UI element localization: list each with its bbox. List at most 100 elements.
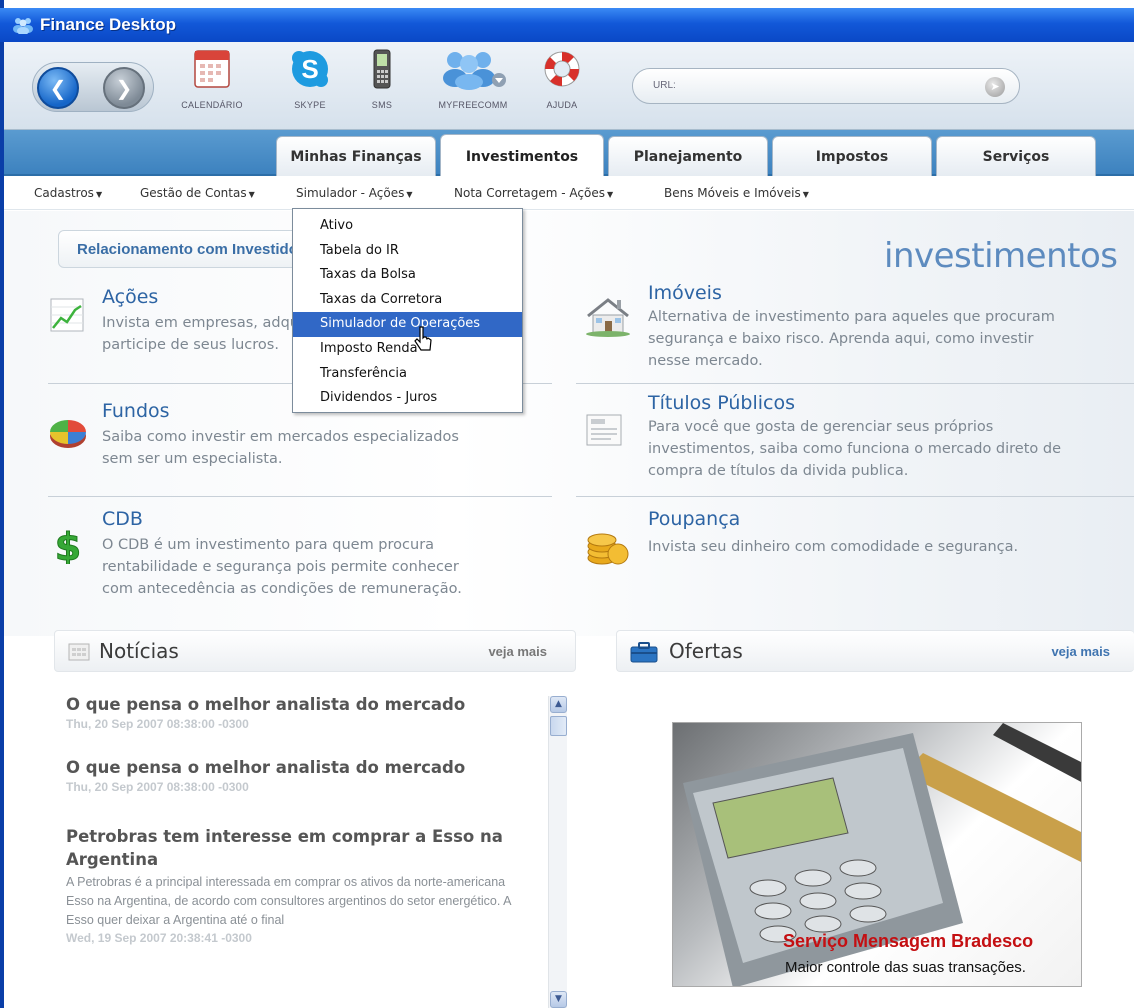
toolbar: ❮ ❯ CALENDÁRIO S SKYPE SMS MYFREECOMM AJ… [4, 42, 1134, 130]
news-item[interactable]: Petrobras tem interesse em comprar a Ess… [66, 825, 546, 946]
submenu-bar: Cadastros ▼ Gestão de Contas ▼ Simulador -… [4, 176, 1134, 210]
investment-imoveis[interactable]: Imóveis Alternativa de investimento para… [584, 282, 1124, 376]
url-label: URL: [653, 80, 676, 91]
offers-more-link[interactable]: veja mais [1051, 644, 1110, 659]
desc-line: Invista seu dinheiro com comodidade e se… [648, 539, 1019, 555]
divider [576, 383, 1134, 384]
investment-title: Ações [102, 286, 159, 308]
news-body: A Petrobras é a principal interessada em… [66, 875, 511, 927]
menu-item-simulador-operacoes[interactable]: Simulador de Operações [293, 312, 522, 337]
news-title[interactable]: O que pensa o melhor analista do mercado [66, 756, 546, 779]
promo-banner[interactable]: Serviço Mensagem Bradesco Maior controle… [672, 722, 1082, 987]
desc-line: com antecedência as condições de remuner… [102, 581, 462, 597]
menu-nota-corretagem[interactable]: Nota Corretagem - Ações ▼ [454, 186, 613, 200]
relationship-box[interactable]: Relacionamento com Investidores [58, 230, 320, 268]
arrow-left-icon: ❮ [49, 76, 67, 100]
desc-line: compra de títulos da divida publica. [648, 463, 909, 479]
offers-panel-title: Ofertas [669, 639, 743, 663]
menu-item-imposto-renda[interactable]: Imposto Renda [293, 337, 522, 362]
chevron-down-icon: ▼ [802, 190, 809, 199]
menu-item-tabela-ir[interactable]: Tabela do IR [293, 239, 522, 264]
menu-item-taxas-bolsa[interactable]: Taxas da Bolsa [293, 263, 522, 288]
investment-title: Fundos [102, 400, 170, 422]
news-date: Wed, 19 Sep 2007 20:38:41 -0300 [66, 931, 252, 945]
news-more-link[interactable]: veja mais [488, 644, 547, 659]
desc-line: Saiba como investir em mercados especial… [102, 429, 459, 445]
window-title: Finance Desktop [40, 15, 177, 34]
menu-label: Nota Corretagem - Ações [454, 186, 605, 200]
menu-simulador-acoes[interactable]: Simulador - Ações ▼ [296, 186, 413, 200]
section-title: investimentos [884, 236, 1118, 276]
menu-gestao-contas[interactable]: Gestão de Contas ▼ [140, 186, 255, 200]
tab-minhas-financas[interactable]: Minhas Finanças [276, 136, 436, 176]
go-arrow-icon[interactable]: ➤ [985, 77, 1005, 97]
news-title[interactable]: O que pensa o melhor analista do mercado [66, 693, 546, 716]
divider [48, 496, 552, 497]
forward-button[interactable]: ❯ [103, 67, 145, 109]
house-icon [586, 298, 630, 337]
arrow-right-icon: ❯ [115, 76, 133, 100]
investment-title: Imóveis [648, 282, 722, 304]
chevron-down-icon: ▼ [248, 190, 255, 199]
mouse-cursor-icon [414, 326, 432, 351]
desc-line: segurança e baixo risco. Aprenda aqui, c… [648, 331, 1034, 347]
menu-bens-moveis[interactable]: Bens Móveis e Imóveis ▼ [664, 186, 809, 200]
investment-desc: Alternativa de investimento para aqueles… [648, 306, 1118, 372]
desc-line: Alternativa de investimento para aqueles… [648, 309, 1055, 325]
scroll-down-icon[interactable]: ▼ [550, 991, 567, 1008]
relationship-label: Relacionamento com Investidores [77, 241, 321, 258]
back-button[interactable]: ❮ [37, 67, 79, 109]
desc-line: Invista em empresas, adquira participaçã… [102, 315, 292, 331]
investment-cdb[interactable]: $ CDB O CDB é um investimento para quem … [48, 508, 548, 608]
desc-line: investimentos, saiba como funciona o mer… [648, 441, 1062, 457]
mobile-phone-icon [373, 49, 391, 89]
news-title[interactable]: Petrobras tem interesse em comprar a Ess… [66, 825, 526, 871]
url-bar[interactable]: URL: ➤ [632, 68, 1020, 104]
investment-title: Poupança [648, 508, 741, 530]
news-date: Thu, 20 Sep 2007 08:38:00 -0300 [66, 780, 249, 794]
skype-button[interactable]: S SKYPE [284, 48, 336, 110]
menu-item-ativo[interactable]: Ativo [293, 214, 522, 239]
news-scrollbar[interactable]: ▲ ▼ [548, 696, 567, 1008]
desc-line: O CDB é um investimento para quem procur… [102, 537, 435, 553]
news-date: Thu, 20 Sep 2007 08:38:00 -0300 [66, 717, 249, 731]
desc-line: rentabilidade e segurança pois permite c… [102, 559, 459, 575]
menu-item-taxas-corretora[interactable]: Taxas da Corretora [293, 288, 522, 313]
investment-desc: Invista em empresas, adquira participaçã… [102, 312, 292, 356]
chevron-down-icon: ▼ [95, 190, 103, 199]
title-bar: Finance Desktop [0, 8, 1134, 42]
menu-label: Cadastros [34, 186, 94, 200]
scroll-thumb[interactable] [550, 716, 567, 736]
news-item[interactable]: O que pensa o melhor analista do mercado… [66, 693, 546, 732]
investment-title: CDB [102, 508, 143, 530]
calendar-button[interactable]: CALENDÁRIO [176, 48, 248, 110]
tab-investimentos[interactable]: Investimentos [440, 134, 604, 178]
investment-desc: Invista seu dinheiro com comodidade e se… [648, 536, 1118, 558]
chevron-down-icon: ▼ [606, 190, 614, 199]
investment-title: Títulos Públicos [648, 392, 795, 414]
app-people-icon [13, 18, 33, 34]
investment-desc: O CDB é um investimento para quem procur… [102, 534, 552, 600]
menu-item-transferencia[interactable]: Transferência [293, 362, 522, 387]
help-label: AJUDA [546, 100, 578, 110]
scroll-up-icon[interactable]: ▲ [550, 696, 567, 713]
news-panel-header: Notícias veja mais [54, 630, 576, 672]
tab-impostos[interactable]: Impostos [772, 136, 932, 176]
news-item[interactable]: O que pensa o melhor analista do mercado… [66, 756, 546, 795]
sms-label: SMS [371, 100, 393, 110]
lifebuoy-icon [544, 51, 580, 87]
menu-item-dividendos-juros[interactable]: Dividendos - Juros [293, 386, 522, 411]
menu-cadastros[interactable]: Cadastros ▼ [34, 186, 102, 200]
desc-line: participe de seus lucros. [102, 337, 279, 353]
briefcase-icon [630, 642, 658, 663]
myfreecomm-button[interactable]: MYFREECOMM [428, 48, 518, 110]
sms-button[interactable]: SMS [356, 48, 408, 110]
tab-servicos[interactable]: Serviços [936, 136, 1096, 176]
investment-poupanca[interactable]: Poupança Invista seu dinheiro com comodi… [584, 508, 1124, 588]
investment-desc: Saiba como investir em mercados especial… [102, 426, 552, 470]
desc-line: sem ser um especialista. [102, 451, 283, 467]
tab-planejamento[interactable]: Planejamento [608, 136, 768, 176]
help-button[interactable]: AJUDA [534, 48, 590, 110]
promo-subtitle: Maior controle das suas transações. [785, 959, 1026, 976]
investment-titulos-publicos[interactable]: Títulos Públicos Para você que gosta de … [584, 392, 1124, 486]
